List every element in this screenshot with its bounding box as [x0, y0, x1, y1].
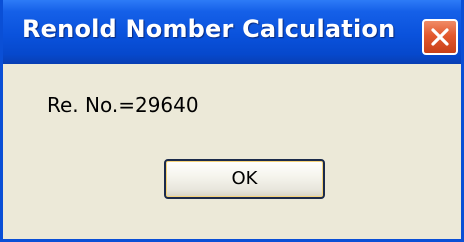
ok-button[interactable]: OK — [164, 159, 325, 199]
title-bar[interactable]: Renold Nomber Calculation — [3, 0, 461, 64]
close-button[interactable] — [422, 19, 458, 55]
result-message: Re. No.=29640 — [47, 93, 199, 117]
message-dialog-window: Renold Nomber Calculation Re. No.=29640 … — [0, 0, 464, 242]
window-title: Renold Nomber Calculation — [22, 15, 396, 43]
dialog-body: Re. No.=29640 OK — [3, 64, 461, 239]
close-icon — [431, 28, 449, 46]
